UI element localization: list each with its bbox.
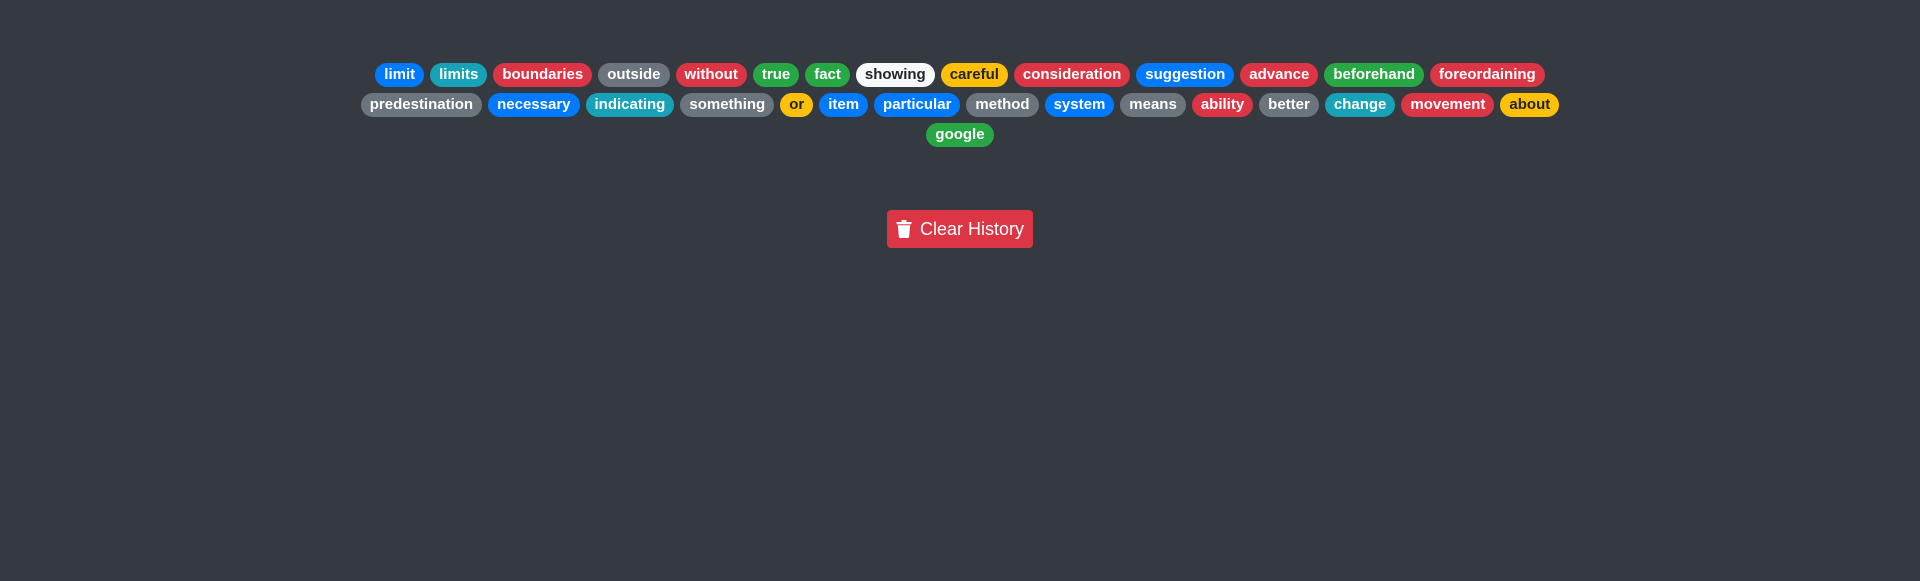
word-tag-showing[interactable]: showing [855,63,935,87]
word-tag-movement[interactable]: movement [1401,93,1495,117]
word-tag-boundaries[interactable]: boundaries [493,63,593,87]
word-tag-limits[interactable]: limits [430,63,488,87]
word-tag-cloud: limit limits boundaries outside without true f… [360,63,1560,147]
word-tag-predestination[interactable]: predestination [360,93,483,117]
word-tag-foreordaining[interactable]: foreordaining [1430,63,1545,87]
word-tag-indicating[interactable]: indicating [585,93,675,117]
word-tag-beforehand[interactable]: beforehand [1324,63,1425,87]
word-tag-limit[interactable]: limit [375,63,425,87]
word-tag-change[interactable]: change [1324,93,1396,117]
word-tag-method[interactable]: method [966,93,1039,117]
word-tag-system[interactable]: system [1044,93,1115,117]
word-tag-particular[interactable]: particular [874,93,961,117]
word-tag-ability[interactable]: ability [1191,93,1254,117]
word-tag-item[interactable]: item [819,93,869,117]
word-tag-about[interactable]: about [1500,93,1560,117]
word-tag-without[interactable]: without [675,63,747,87]
word-tag-fact[interactable]: fact [805,63,850,87]
trash-icon [896,220,912,238]
word-tag-something[interactable]: something [680,93,775,117]
word-tag-or[interactable]: or [780,93,814,117]
clear-history-button[interactable]: Clear History [887,210,1033,248]
word-tag-careful[interactable]: careful [940,63,1008,87]
clear-history-label: Clear History [919,218,1025,239]
word-tag-consideration[interactable]: consideration [1013,63,1131,87]
word-tag-suggestion[interactable]: suggestion [1136,63,1235,87]
word-tag-means[interactable]: means [1120,93,1186,117]
word-tag-necessary[interactable]: necessary [488,93,580,117]
word-tag-true[interactable]: true [752,63,800,87]
word-tag-google[interactable]: google [926,123,994,147]
word-tag-outside[interactable]: outside [598,63,670,87]
word-tag-better[interactable]: better [1259,93,1319,117]
word-tag-advance[interactable]: advance [1240,63,1319,87]
